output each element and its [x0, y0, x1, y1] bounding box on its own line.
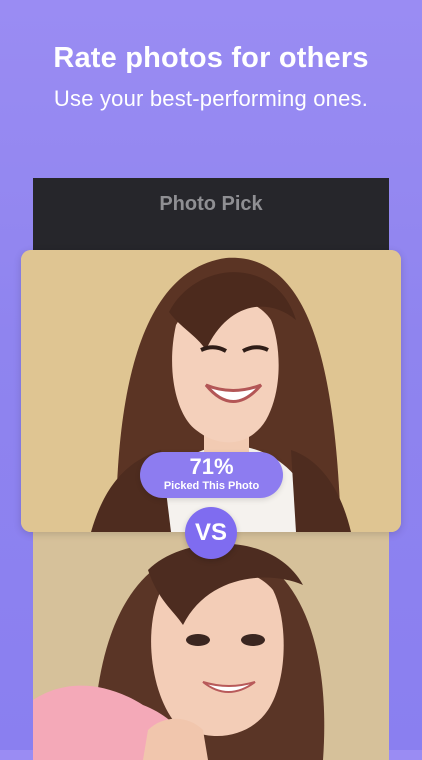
portrait-photo-b: [33, 530, 389, 760]
vs-badge: VS: [185, 507, 237, 559]
headline: Rate photos for others: [53, 42, 369, 74]
photo-option-b[interactable]: [33, 530, 389, 760]
app-bar-title: Photo Pick: [159, 193, 263, 215]
subheadline: Use your best-performing ones.: [53, 86, 369, 111]
app-bar: Photo Pick: [33, 178, 389, 250]
pick-result-badge: 71% Picked This Photo: [140, 452, 283, 498]
pick-result-label: Picked This Photo: [163, 480, 260, 492]
pick-percentage: 71%: [189, 454, 234, 479]
